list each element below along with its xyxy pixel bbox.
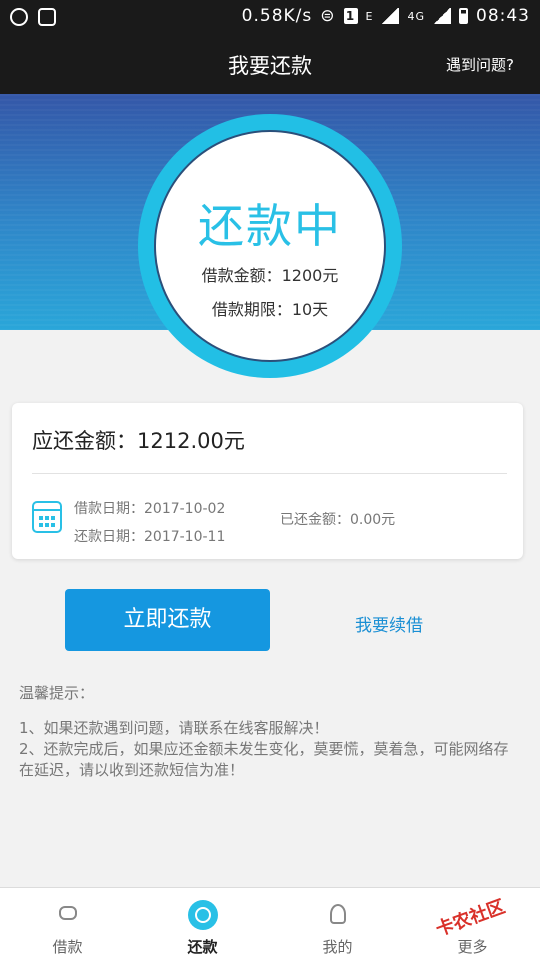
tab-repay-label: 还款 (187, 938, 218, 956)
network-speed: 0.58K/s (241, 6, 313, 26)
repaid-amount: 已还金额：0.00元 (280, 512, 396, 528)
help-link[interactable]: 遇到问题? (446, 54, 514, 75)
repayment-card: 应还金额：1212.00元 借款日期：2017-10-02 还款日期：2017-… (12, 403, 523, 559)
tip-line-2: 2、还款完成后，如果应还金额未发生变化，莫要慌，莫着急，可能网络存在延迟，请以收… (19, 740, 509, 779)
loan-amount: 借款金额：1200元 (201, 266, 339, 285)
loan-date: 借款日期：2017-10-02 (74, 501, 226, 517)
pay-now-button[interactable]: 立即还款 (65, 589, 270, 651)
tip-line-1: 1、如果还款遇到问题，请联系在线客服解决！ (19, 719, 329, 737)
tab-more-label: 更多 (457, 938, 488, 956)
repay-icon (187, 900, 218, 930)
signal-icon-2 (433, 8, 451, 24)
profile-icon (329, 904, 346, 924)
tab-profile-label: 我的 (322, 938, 353, 956)
clock: 08:43 (476, 6, 530, 26)
status-bar: 0.58K/s ⊜ 1 E 4G 08:43 (0, 0, 540, 34)
tab-loan-label: 借款 (52, 938, 83, 956)
loan-term: 借款期限：10天 (211, 300, 329, 319)
battery-icon (459, 8, 468, 24)
tab-profile[interactable]: 我的 (270, 888, 405, 961)
tips-text: 1、如果还款遇到问题，请联系在线客服解决！ 2、还款完成后，如果应还金额未发生变… (19, 718, 515, 781)
image-notification-icon (38, 8, 56, 26)
loan-icon (58, 906, 77, 920)
due-amount: 应还金额：1212.00元 (32, 429, 245, 453)
network-4g-label: 4G (407, 9, 425, 23)
sim-badge-icon: 1 (343, 8, 358, 24)
tips-title: 温馨提示： (19, 684, 95, 702)
calendar-icon (32, 501, 62, 533)
tab-loan[interactable]: 借款 (0, 888, 135, 961)
wifi-icon: ⊜ (320, 6, 336, 26)
date-info: 借款日期：2017-10-02 还款日期：2017-10-11 (74, 495, 225, 551)
renew-loan-link[interactable]: 我要续借 (355, 611, 423, 636)
status-ring: 还款中 借款金额：1200元 借款期限：10天 (138, 114, 402, 378)
network-e-label: E (365, 9, 374, 23)
repayment-status: 还款中 (198, 199, 342, 253)
signal-icon (381, 8, 400, 24)
repay-date: 还款日期：2017-10-11 (74, 529, 226, 545)
status-circle: 还款中 借款金额：1200元 借款期限：10天 (154, 130, 386, 362)
tab-repay[interactable]: 还款 (135, 888, 270, 961)
title-bar: 我要还款 遇到问题? (0, 34, 540, 94)
divider (32, 473, 507, 474)
app-notification-icon (10, 8, 28, 26)
